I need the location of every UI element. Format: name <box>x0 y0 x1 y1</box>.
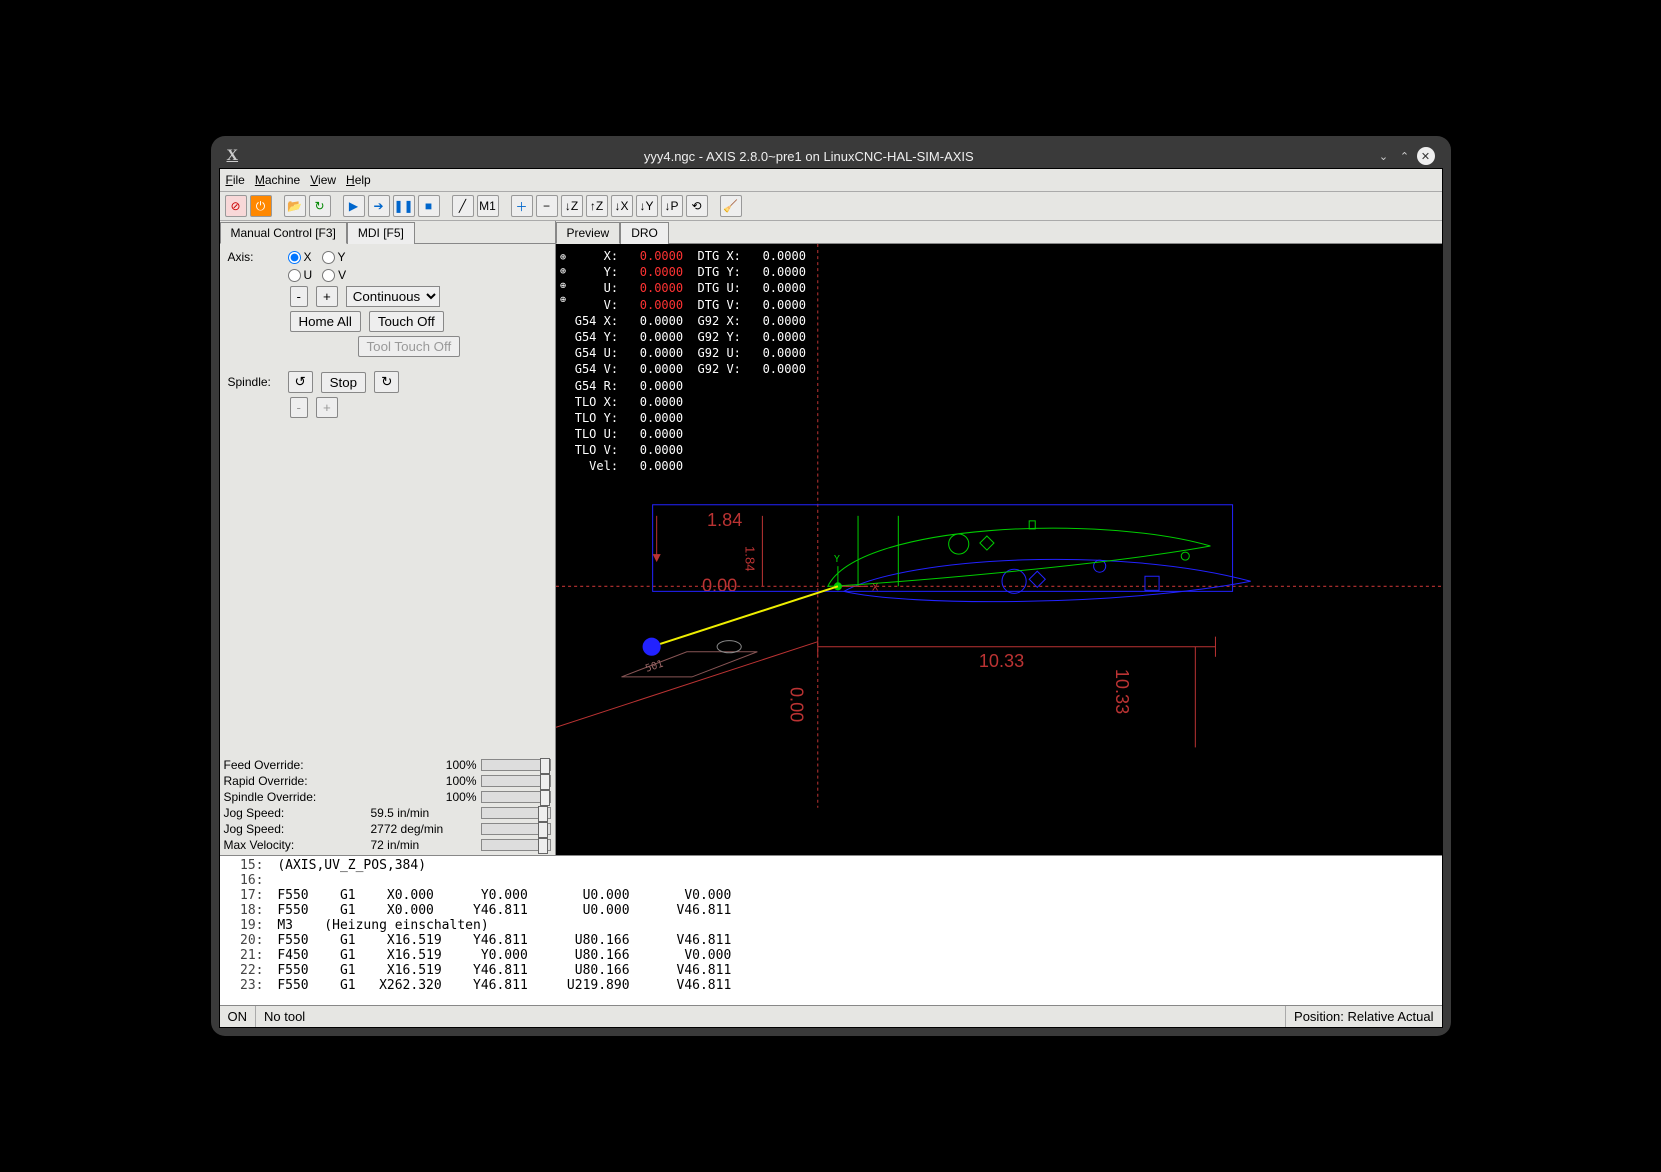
overrides: Feed Override:100% Rapid Override:100% S… <box>220 755 555 855</box>
spindle-plus-button[interactable]: + <box>316 397 338 418</box>
jog-plus-button[interactable]: + <box>316 286 338 307</box>
reload-button[interactable]: ↻ <box>309 195 331 217</box>
spindle-override-slider[interactable] <box>481 791 551 803</box>
feed-override-value: 100% <box>431 758 481 772</box>
max-velocity-label: Max Velocity: <box>224 838 371 852</box>
view-x-button[interactable]: ↓X <box>611 195 633 217</box>
view-rotate-button[interactable]: ⟲ <box>686 195 708 217</box>
axis-radio-u[interactable]: U <box>288 268 313 282</box>
zoom-out-button[interactable]: − <box>536 195 558 217</box>
svg-text:10.33: 10.33 <box>978 651 1023 671</box>
view-y-button[interactable]: ↓Y <box>636 195 658 217</box>
spindle-cw-button[interactable]: ↻ <box>374 371 399 393</box>
jog-speed-label: Jog Speed: <box>224 806 371 820</box>
spindle-override-value: 100% <box>431 790 481 804</box>
block-skip-button[interactable]: ╱ <box>452 195 474 217</box>
svg-text:⊕: ⊕ <box>560 252 566 263</box>
view-p-button[interactable]: ↓P <box>661 195 683 217</box>
axis-radios: X Y <box>288 250 346 264</box>
spindle-override-label: Spindle Override: <box>224 790 431 804</box>
axis-radio-x[interactable]: X <box>288 250 312 264</box>
menu-view[interactable]: View <box>310 173 336 187</box>
status-tool: No tool <box>256 1006 1286 1027</box>
optional-stop-button[interactable]: M1 <box>477 195 499 217</box>
jog-speed2-value: 2772 deg/min <box>371 822 481 836</box>
gcode-listing[interactable]: 15: (AXIS,UV_Z_POS,384) 16: 17: F550 G1 … <box>220 855 1442 1005</box>
axis-label: Axis: <box>228 250 280 264</box>
toolbar: ⊘ ⏻ 📂 ↻ ▶ ➔ ❚❚ ■ ╱ M1 ＋ − ↓Z ↑Z ↓X ↓Y ↓P… <box>220 192 1442 221</box>
estop-button[interactable]: ⊘ <box>225 195 247 217</box>
spindle-minus-button[interactable]: - <box>290 397 308 418</box>
pause-button[interactable]: ❚❚ <box>393 195 415 217</box>
spindle-label: Spindle: <box>228 375 280 389</box>
view-z2-button[interactable]: ↑Z <box>586 195 608 217</box>
status-position: Position: Relative Actual <box>1286 1006 1441 1027</box>
svg-text:1.84: 1.84 <box>707 510 742 530</box>
stop-button[interactable]: ■ <box>418 195 440 217</box>
menu-machine[interactable]: Machine <box>255 173 300 187</box>
window-title: yyy4.ngc - AXIS 2.8.0~pre1 on LinuxCNC-H… <box>246 149 1371 164</box>
rapid-override-value: 100% <box>431 774 481 788</box>
svg-text:X: X <box>872 582 878 593</box>
toolpath-plot: 10.33 0.00 10.33 1.84 0.00 1.84 <box>556 244 1442 808</box>
zoom-in-button[interactable]: ＋ <box>511 195 533 217</box>
axis-radio-v[interactable]: V <box>322 268 346 282</box>
feed-override-label: Feed Override: <box>224 758 431 772</box>
svg-text:1.84: 1.84 <box>742 546 757 571</box>
tab-dro[interactable]: DRO <box>620 222 669 244</box>
max-velocity-slider[interactable] <box>481 839 551 851</box>
jog-speed-slider[interactable] <box>481 807 551 819</box>
spindle-ccw-button[interactable]: ↺ <box>288 371 313 393</box>
max-velocity-value: 72 in/min <box>371 838 481 852</box>
window-minimize[interactable]: ⌄ <box>1375 147 1393 165</box>
tab-manual[interactable]: Manual Control [F3] <box>220 222 347 244</box>
svg-text:0.00: 0.00 <box>786 687 806 722</box>
svg-text:⊕: ⊕ <box>560 280 566 291</box>
run-button[interactable]: ▶ <box>343 195 365 217</box>
svg-text:⊕: ⊕ <box>560 294 566 305</box>
jog-speed2-label: Jog Speed: <box>224 822 371 836</box>
power-button[interactable]: ⏻ <box>250 195 272 217</box>
home-all-button[interactable]: Home All <box>290 311 361 332</box>
tab-mdi[interactable]: MDI [F5] <box>347 222 415 244</box>
jog-minus-button[interactable]: - <box>290 286 308 307</box>
spindle-stop-button[interactable]: Stop <box>321 372 366 393</box>
tool-touch-off-button[interactable]: Tool Touch Off <box>358 336 461 357</box>
svg-text:⊕: ⊕ <box>560 266 566 277</box>
app-icon: X <box>227 147 239 165</box>
svg-text:Y: Y <box>833 554 839 565</box>
svg-text:10.33: 10.33 <box>1111 669 1131 714</box>
svg-text:501: 501 <box>644 659 665 675</box>
rapid-override-label: Rapid Override: <box>224 774 431 788</box>
clear-plot-button[interactable]: 🧹 <box>720 195 742 217</box>
view-z-button[interactable]: ↓Z <box>561 195 583 217</box>
jog-speed-value: 59.5 in/min <box>371 806 481 820</box>
step-button[interactable]: ➔ <box>368 195 390 217</box>
menu-file[interactable]: File <box>226 173 245 187</box>
status-on: ON <box>220 1006 257 1027</box>
rapid-override-slider[interactable] <box>481 775 551 787</box>
jog-mode-select[interactable]: Continuous <box>346 286 440 307</box>
feed-override-slider[interactable] <box>481 759 551 771</box>
jog-speed2-slider[interactable] <box>481 823 551 835</box>
window-close[interactable]: ✕ <box>1417 147 1435 165</box>
menu-help[interactable]: Help <box>346 173 371 187</box>
svg-text:0.00: 0.00 <box>701 575 736 595</box>
menubar: File Machine View Help <box>220 169 1442 192</box>
preview-viewport[interactable]: X: 0.0000 DTG X: 0.0000 Y: 0.0000 DTG Y:… <box>556 244 1442 855</box>
window-maximize[interactable]: ⌃ <box>1396 147 1414 165</box>
axis-radio-y[interactable]: Y <box>322 250 346 264</box>
tab-preview[interactable]: Preview <box>556 222 621 244</box>
open-button[interactable]: 📂 <box>284 195 306 217</box>
touch-off-button[interactable]: Touch Off <box>369 311 444 332</box>
